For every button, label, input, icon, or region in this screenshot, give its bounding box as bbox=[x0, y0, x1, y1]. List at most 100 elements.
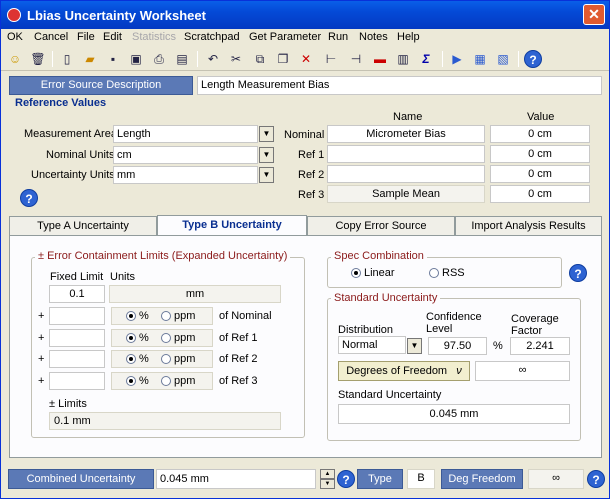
status-bar: Combined Uncertainty 0.045 mm ▲ ▼ ? Type… bbox=[1, 464, 609, 498]
limit-percent-input[interactable] bbox=[49, 329, 105, 347]
tree-icon[interactable]: ⊢ bbox=[322, 50, 340, 68]
print-icon[interactable]: ⎙ bbox=[150, 50, 168, 68]
grid-icon[interactable]: ▦ bbox=[471, 50, 489, 68]
tab-copy-error-source[interactable]: Copy Error Source bbox=[307, 216, 455, 236]
spin-down-icon[interactable]: ▼ bbox=[320, 479, 335, 489]
sigma-icon[interactable]: Σ bbox=[417, 50, 435, 68]
chevron-down-icon[interactable]: ▼ bbox=[259, 126, 274, 142]
confidence-input[interactable]: 97.50 bbox=[428, 337, 487, 355]
help-icon[interactable]: ? bbox=[20, 189, 38, 207]
save-icon[interactable]: ▪ bbox=[104, 50, 122, 68]
ref2-value-input[interactable]: 0 cm bbox=[490, 165, 590, 183]
help-icon[interactable]: ? bbox=[524, 50, 542, 68]
uncertainty-units-select[interactable]: mm bbox=[113, 166, 258, 184]
spec-group-title: Spec Combination bbox=[331, 250, 427, 262]
undo-icon[interactable]: ↶ bbox=[204, 50, 222, 68]
ppm-radio[interactable]: ppm bbox=[161, 310, 195, 322]
ppm-radio[interactable]: ppm bbox=[161, 332, 195, 344]
menu-run[interactable]: Run bbox=[328, 31, 348, 43]
nominal-units-label: Nominal Units bbox=[46, 149, 115, 161]
paste-icon[interactable]: ❐ bbox=[274, 50, 292, 68]
fixed-limit-input[interactable]: 0.1 bbox=[49, 285, 105, 303]
save-all-icon[interactable]: ▣ bbox=[127, 50, 145, 68]
ppm-label: ppm bbox=[174, 310, 196, 322]
limit-percent-input[interactable] bbox=[49, 307, 105, 325]
nominal-name-input[interactable]: Micrometer Bias bbox=[327, 125, 485, 143]
ref2-label: Ref 2 bbox=[298, 169, 325, 181]
menu-edit[interactable]: Edit bbox=[103, 31, 122, 43]
percent-radio[interactable]: % bbox=[126, 375, 149, 387]
degrees-of-freedom-button[interactable]: Degrees of Freedom ν bbox=[338, 361, 470, 381]
percent-radio[interactable]: % bbox=[126, 353, 149, 365]
ref1-value-input[interactable]: 0 cm bbox=[490, 145, 590, 163]
uncertainty-units-label: Uncertainty Units bbox=[31, 169, 115, 181]
menu-notes[interactable]: Notes bbox=[359, 31, 388, 43]
ppm-radio[interactable]: ppm bbox=[161, 375, 195, 387]
percent-label: % bbox=[139, 332, 149, 344]
ref3-value-input[interactable]: 0 cm bbox=[490, 185, 590, 203]
percent-label: % bbox=[139, 375, 149, 387]
ref1-name-input[interactable] bbox=[327, 145, 485, 163]
measurement-area-select[interactable]: Length bbox=[113, 125, 258, 143]
coverage-input[interactable]: 2.241 bbox=[510, 337, 570, 355]
menu-scratchpad[interactable]: Scratchpad bbox=[184, 31, 240, 43]
toolbar: ☺ 🗑 ▯ ▰ ▪ ▣ ⎙ ▤ ↶ ✂ ⧉ ❐ ✕ ⊢ ⊣ ▬ ▥ Σ ▶ ▦ … bbox=[1, 47, 609, 71]
menu-help[interactable]: Help bbox=[397, 31, 420, 43]
error-source-input[interactable]: Length Measurement Bias bbox=[197, 76, 602, 95]
help-icon[interactable]: ? bbox=[337, 470, 355, 488]
run-icon[interactable]: ▶ bbox=[448, 50, 466, 68]
std-uncertainty-value: 0.045 mm bbox=[338, 404, 570, 424]
help-icon[interactable]: ? bbox=[587, 470, 605, 488]
open-folder-icon[interactable]: ▰ bbox=[81, 50, 99, 68]
ppm-radio[interactable]: ppm bbox=[161, 353, 195, 365]
spin-up-icon[interactable]: ▲ bbox=[320, 469, 335, 479]
limit-percent-input[interactable] bbox=[49, 350, 105, 368]
tab-import-analysis[interactable]: Import Analysis Results bbox=[455, 216, 602, 236]
nominal-units-select[interactable]: cm bbox=[113, 146, 258, 164]
preview-icon[interactable]: ▤ bbox=[173, 50, 191, 68]
reference-values-title: Reference Values bbox=[15, 97, 107, 109]
chevron-down-icon[interactable]: ▼ bbox=[407, 338, 422, 354]
ref2-name-input[interactable] bbox=[327, 165, 485, 183]
menu-get-parameter[interactable]: Get Parameter bbox=[249, 31, 321, 43]
copy-icon[interactable]: ⧉ bbox=[251, 50, 269, 68]
smiley-icon[interactable]: ☺ bbox=[6, 50, 24, 68]
window-title: Lbias Uncertainty Worksheet bbox=[27, 8, 206, 23]
new-file-icon[interactable]: ▯ bbox=[58, 50, 76, 68]
title-bar: Lbias Uncertainty Worksheet ✕ bbox=[1, 1, 609, 29]
std-group-title: Standard Uncertainty bbox=[331, 292, 441, 304]
units-label: Units bbox=[110, 271, 136, 283]
menu-file[interactable]: File bbox=[77, 31, 95, 43]
limit-percent-input[interactable] bbox=[49, 372, 105, 390]
deg-freedom-label: Deg Freedom bbox=[441, 469, 523, 489]
percent-radio[interactable]: % bbox=[126, 332, 149, 344]
limits-label: ± Limits bbox=[49, 398, 87, 410]
cut-icon[interactable]: ✂ bbox=[227, 50, 245, 68]
percent-radio[interactable]: % bbox=[126, 310, 149, 322]
dof-button-label: Degrees of Freedom bbox=[346, 365, 448, 377]
close-icon[interactable]: ✕ bbox=[583, 4, 605, 25]
chart-icon[interactable]: ▥ bbox=[394, 50, 412, 68]
tab-type-a[interactable]: Type A Uncertainty bbox=[9, 216, 157, 236]
nominal-value-input[interactable]: 0 cm bbox=[490, 125, 590, 143]
nu-symbol: ν bbox=[456, 365, 462, 377]
help-icon[interactable]: ? bbox=[569, 264, 587, 282]
delete-icon[interactable]: ✕ bbox=[297, 50, 315, 68]
tree-expand-icon[interactable]: ⊣ bbox=[347, 50, 365, 68]
chevron-down-icon[interactable]: ▼ bbox=[259, 167, 274, 183]
menu-cancel[interactable]: Cancel bbox=[34, 31, 68, 43]
tab-type-b[interactable]: Type B Uncertainty bbox=[157, 215, 307, 236]
combined-uncertainty-value: 0.045 mm bbox=[156, 469, 316, 489]
distribution-select[interactable]: Normal bbox=[338, 336, 406, 354]
chevron-down-icon[interactable]: ▼ bbox=[259, 147, 274, 163]
truck-icon[interactable]: ▬ bbox=[371, 50, 389, 68]
calculator-icon[interactable]: ▧ bbox=[494, 50, 512, 68]
type-value: B bbox=[407, 469, 435, 489]
trash-icon[interactable]: 🗑 bbox=[29, 50, 47, 68]
plus-sign: + bbox=[38, 375, 45, 387]
menu-ok[interactable]: OK bbox=[7, 31, 23, 43]
dof-input[interactable]: ∞ bbox=[475, 361, 570, 381]
rss-radio[interactable]: RSS bbox=[429, 267, 465, 279]
ref1-label: Ref 1 bbox=[298, 149, 325, 161]
linear-radio[interactable]: Linear bbox=[351, 267, 395, 279]
